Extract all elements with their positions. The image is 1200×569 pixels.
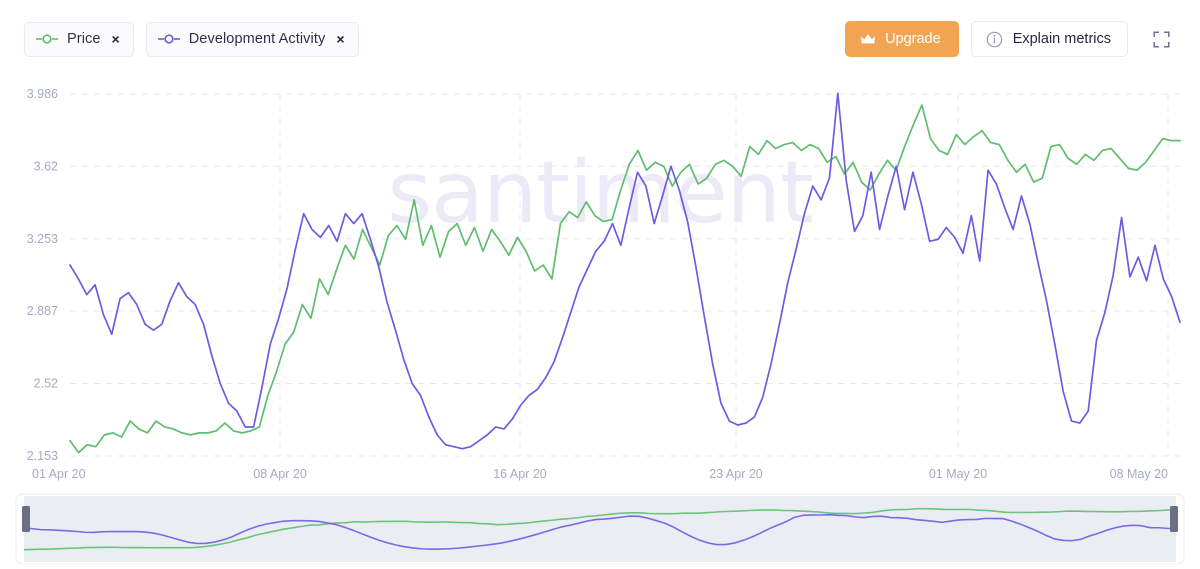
metric-chip-label: Price — [67, 31, 101, 47]
close-icon[interactable]: × — [112, 32, 120, 46]
x-axis-tick-label: 16 Apr 20 — [493, 467, 547, 481]
x-axis-tick-label: 01 Apr 20 — [32, 467, 86, 481]
metric-chip-development-activity[interactable]: Development Activity × — [145, 21, 359, 57]
price-development-activity-line-chart[interactable]: 3.986 3.62 3.253 2.887 2.52 2.153 01 Apr 20 08… — [0, 74, 1200, 489]
y-axis-tick-labels: 3.986 3.62 3.253 2.887 2.52 2.153 — [27, 87, 58, 463]
range-navigator[interactable] — [0, 492, 1200, 565]
series-lines — [69, 92, 1181, 454]
navigator-selection[interactable] — [24, 496, 1176, 562]
x-axis-tick-label: 23 Apr 20 — [709, 467, 763, 481]
y-axis-tick-label: 2.52 — [34, 377, 58, 391]
upgrade-label: Upgrade — [885, 31, 941, 47]
y-axis-tick-label: 2.153 — [27, 449, 58, 463]
metric-chip-price[interactable]: Price × — [24, 21, 134, 57]
upgrade-button[interactable]: Upgrade — [845, 21, 959, 57]
navigator-body — [15, 493, 1185, 565]
line-point-icon — [36, 34, 58, 44]
x-axis-tick-label: 08 Apr 20 — [253, 467, 307, 481]
y-axis-tick-label: 3.62 — [34, 159, 58, 173]
navigator-chart[interactable] — [0, 492, 1200, 565]
chart-toolbar: Price × Development Activity × Upgrade E… — [0, 0, 1200, 78]
explain-metrics-label: Explain metrics — [1012, 31, 1111, 47]
horizontal-gridlines — [70, 93, 1180, 457]
line-point-icon — [157, 34, 180, 44]
x-axis-tick-label: 01 May 20 — [929, 467, 987, 481]
chart-page: Price × Development Activity × Upgrade E… — [0, 0, 1200, 567]
toolbar-actions: Upgrade Explain metrics — [845, 21, 1176, 57]
navigator-left-handle[interactable] — [22, 506, 30, 532]
fullscreen-button[interactable] — [1146, 24, 1176, 54]
series-line-price — [69, 104, 1181, 454]
navigator-right-handle[interactable] — [1170, 506, 1178, 532]
y-axis-tick-label: 3.253 — [27, 232, 58, 246]
series-line-development-activity — [69, 92, 1181, 450]
y-axis-tick-label: 3.986 — [27, 87, 58, 101]
vertical-gridlines — [279, 94, 1169, 456]
fullscreen-icon — [1152, 30, 1170, 48]
metric-chip-label: Development Activity — [188, 31, 326, 47]
crown-icon — [861, 33, 876, 43]
x-axis-tick-labels: 01 Apr 20 08 Apr 20 16 Apr 20 23 Apr 20 01 M… — [32, 467, 1168, 481]
y-axis-tick-label: 2.887 — [27, 304, 58, 318]
x-axis-tick-label: 08 May 20 — [1110, 467, 1168, 481]
chart-area: 3.986 3.62 3.253 2.887 2.52 2.153 01 Apr 20 08… — [0, 74, 1200, 489]
close-icon[interactable]: × — [336, 32, 344, 46]
metric-chip-list: Price × Development Activity × — [24, 21, 359, 57]
explain-metrics-button[interactable]: Explain metrics — [970, 21, 1128, 57]
info-circle-icon — [986, 31, 1002, 47]
